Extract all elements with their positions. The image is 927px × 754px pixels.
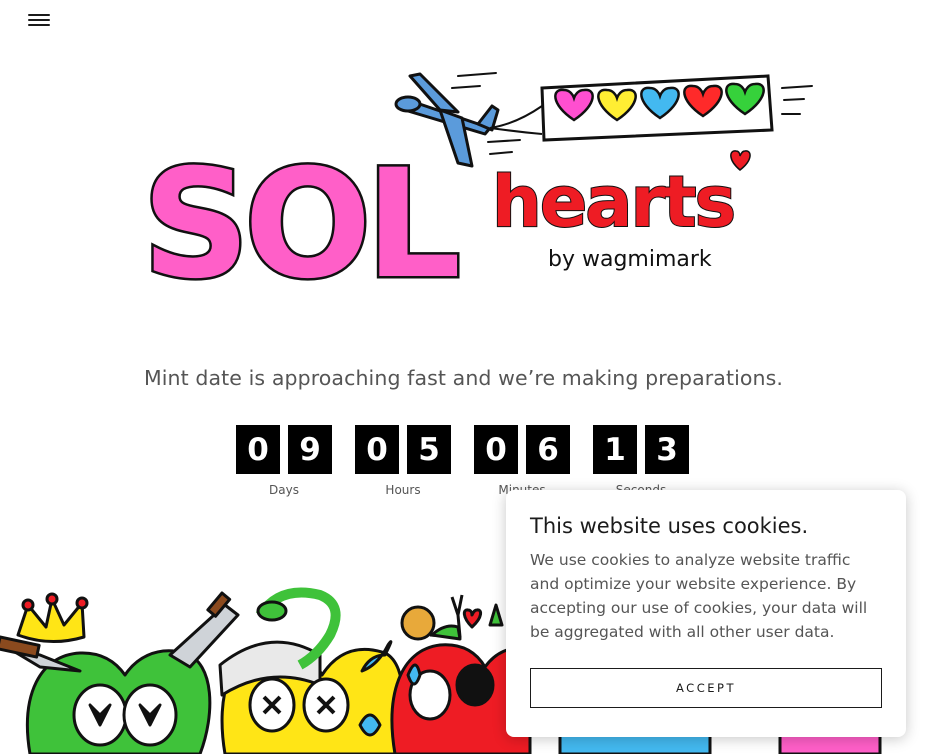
- hours-label: Hours: [385, 483, 421, 497]
- countdown-minutes: 0 6 Minutes: [474, 425, 570, 497]
- heart-icon: [462, 608, 483, 629]
- countdown-seconds: 1 3 Seconds: [593, 425, 689, 497]
- cookie-description: We use cookies to analyze website traffi…: [530, 551, 868, 641]
- countdown-days: 0 9 Days: [236, 425, 332, 497]
- hours-digit: 0: [355, 425, 399, 474]
- hearts-wordmark: hearts: [491, 150, 751, 244]
- cookie-title: This website uses cookies.: [530, 514, 809, 538]
- sol-hearts-logo: SOL hearts by wagmimark: [140, 72, 813, 299]
- days-label: Days: [269, 483, 299, 497]
- days-digit: 0: [236, 425, 280, 474]
- svg-text:SOL: SOL: [142, 138, 458, 298]
- hours-digit: 5: [407, 425, 451, 474]
- snail-icon: [400, 605, 436, 641]
- days-digit: 9: [288, 425, 332, 474]
- minutes-digit: 6: [526, 425, 570, 474]
- sol-wordmark: SOL: [140, 136, 466, 299]
- menu-bar: [28, 19, 50, 21]
- hamburger-menu-icon[interactable]: [28, 14, 50, 32]
- page-tagline: Mint date is approaching fast and we’re …: [143, 366, 784, 390]
- seconds-digit: 3: [645, 425, 689, 474]
- byline: by wagmimark: [548, 247, 712, 272]
- svg-text:hearts: hearts: [492, 161, 734, 243]
- cookie-consent-dialog: This website uses cookies. We use cookie…: [506, 490, 906, 737]
- countdown-hours: 0 5 Hours: [355, 425, 451, 497]
- menu-bar: [28, 24, 50, 26]
- minutes-digit: 0: [474, 425, 518, 474]
- menu-bar: [28, 14, 50, 16]
- seconds-digit: 1: [593, 425, 637, 474]
- accept-cookies-button[interactable]: ACCEPT: [530, 668, 882, 708]
